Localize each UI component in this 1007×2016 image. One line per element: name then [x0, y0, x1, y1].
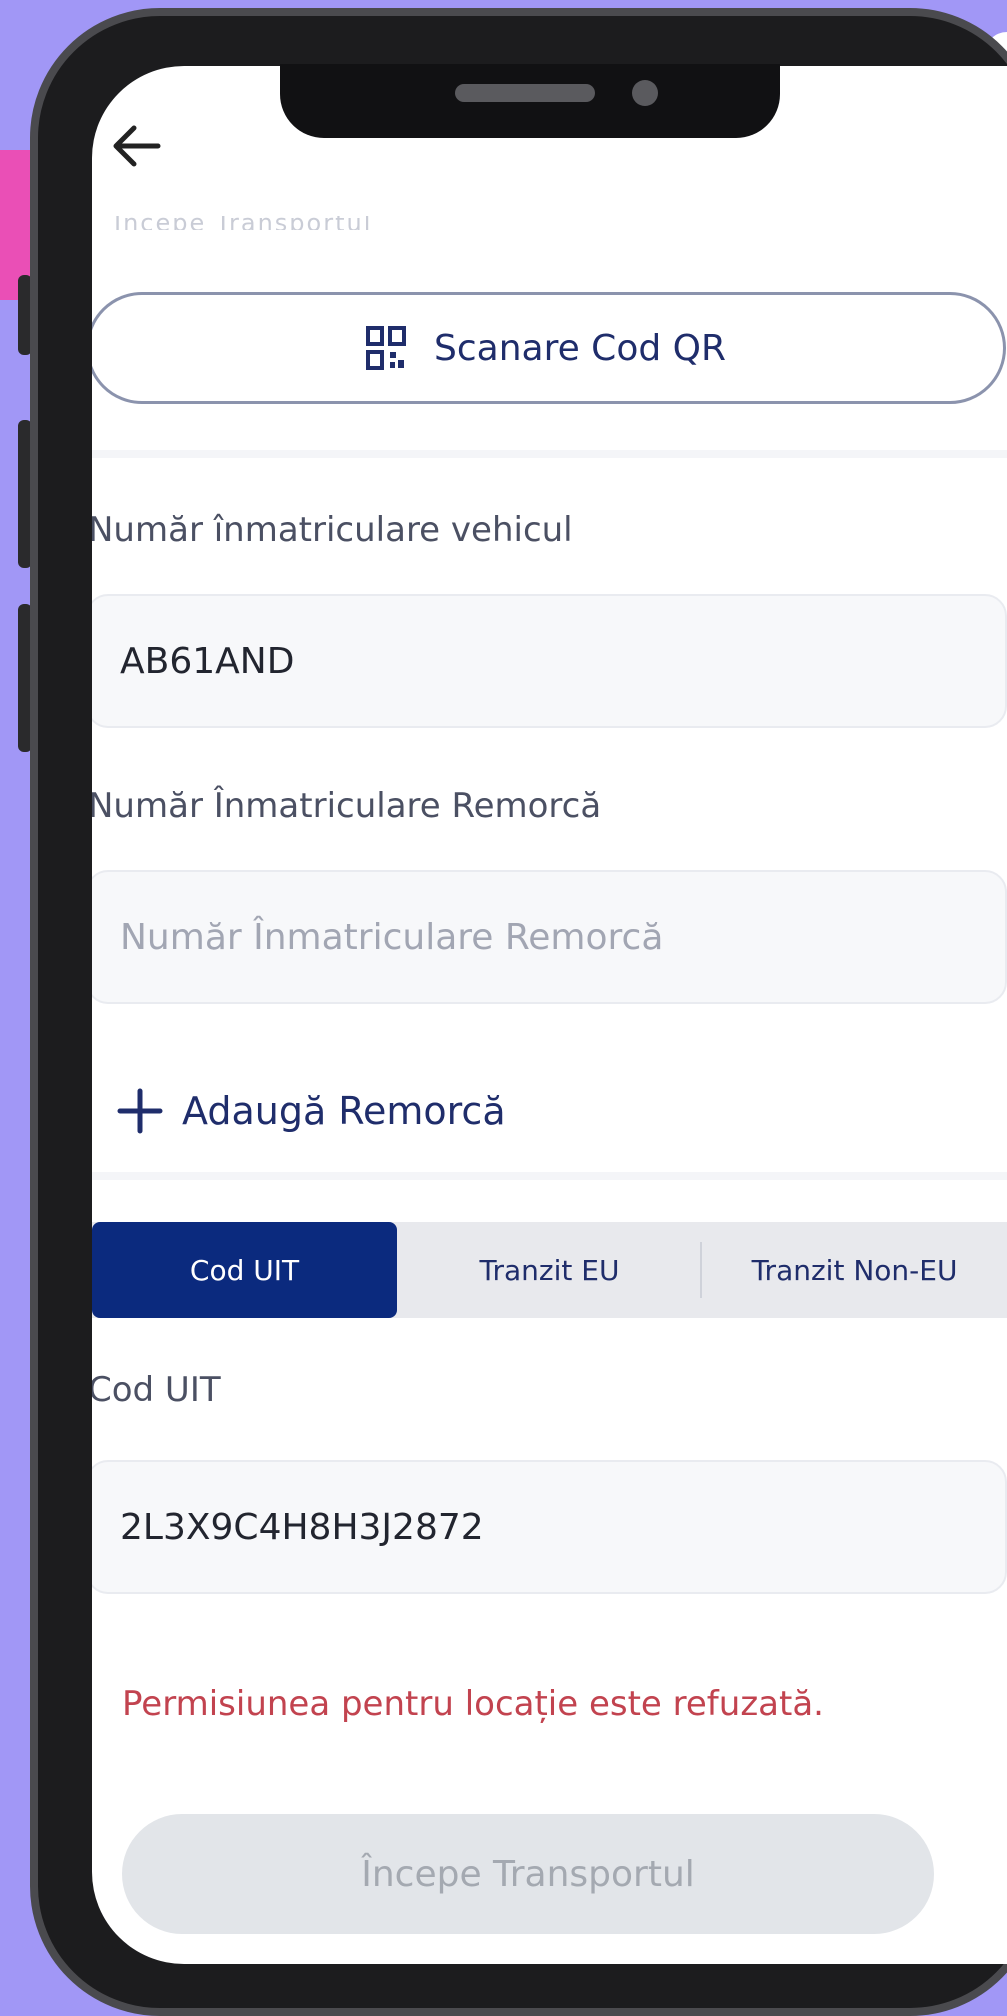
arrow-left-icon — [113, 125, 161, 167]
start-transport-button[interactable]: Începe Transportul — [122, 1814, 934, 1934]
add-trailer-label: Adaugă Remorcă — [182, 1089, 506, 1133]
vehicle-plate-input[interactable]: AB61AND — [92, 594, 1007, 728]
location-error-message: Permisiunea pentru locație este refuzată… — [122, 1684, 824, 1724]
app-stage: Începe Transportul Scanare Cod QR Număr … — [0, 0, 1007, 2016]
trailer-plate-label: Număr Înmatriculare Remorcă — [92, 786, 602, 826]
back-button[interactable] — [106, 116, 166, 176]
qr-code-icon — [366, 326, 406, 370]
phone-camera — [632, 80, 658, 106]
scan-qr-button[interactable]: Scanare Cod QR — [92, 292, 1006, 404]
uit-code-label: Cod UIT — [92, 1370, 221, 1410]
tab-tranzit-non-eu[interactable]: Tranzit Non-EU — [702, 1222, 1007, 1318]
tab-tranzit-eu[interactable]: Tranzit EU — [397, 1222, 702, 1318]
vehicle-plate-label: Număr înmatriculare vehicul — [92, 510, 573, 550]
section-divider — [92, 450, 1007, 458]
section-label-faded: Începe Transportul — [114, 216, 373, 230]
tab-cod-uit[interactable]: Cod UIT — [92, 1222, 397, 1318]
plus-icon — [117, 1088, 163, 1134]
uit-code-input[interactable]: 2L3X9C4H8H3J2872 — [92, 1460, 1007, 1594]
phone-notch — [280, 64, 780, 138]
document-type-tabs: Cod UIT Tranzit EU Tranzit Non-EU — [92, 1222, 1007, 1318]
phone-screen: Începe Transportul Scanare Cod QR Număr … — [92, 66, 1007, 1964]
section-divider — [92, 1172, 1007, 1180]
add-trailer-button[interactable]: Adaugă Remorcă — [116, 1076, 506, 1146]
scan-qr-label: Scanare Cod QR — [434, 327, 726, 369]
phone-speaker — [455, 84, 595, 102]
trailer-plate-input[interactable]: Număr Înmatriculare Remorcă — [92, 870, 1007, 1004]
